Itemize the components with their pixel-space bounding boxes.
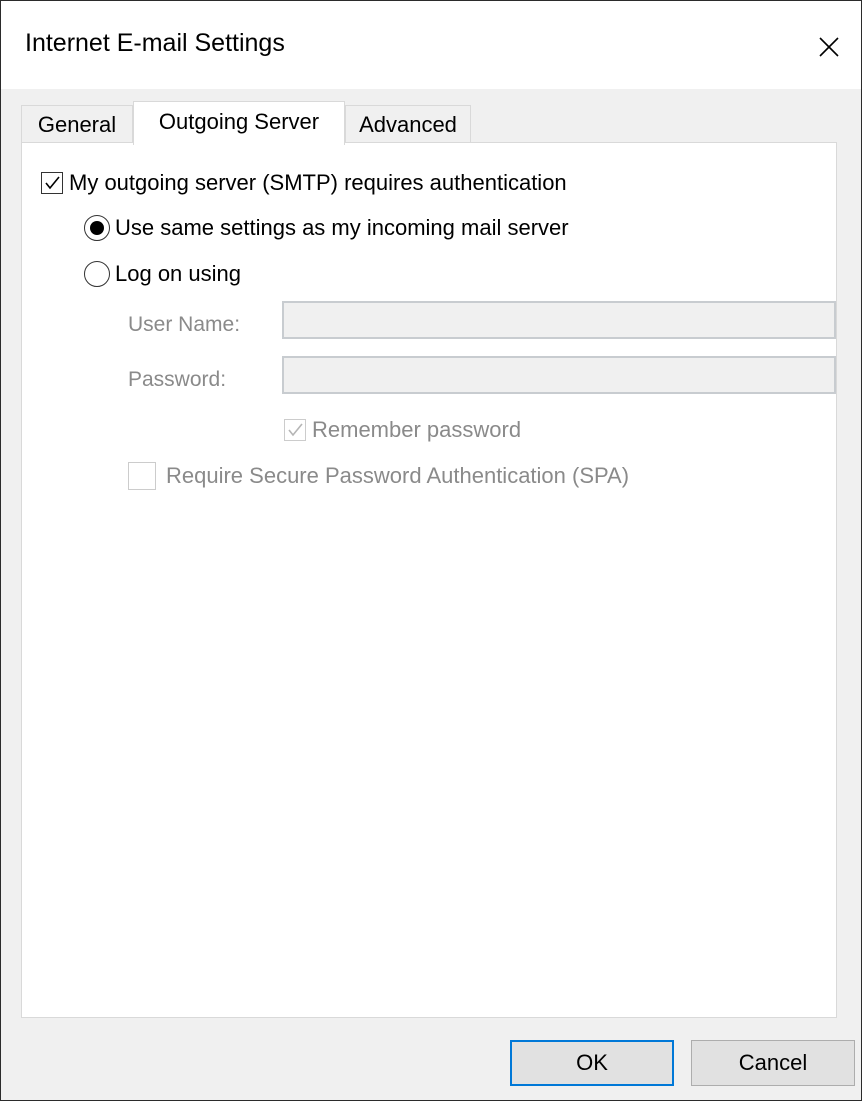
same-settings-radio[interactable] xyxy=(84,215,110,241)
checkmark-icon xyxy=(288,423,303,437)
spa-checkbox[interactable] xyxy=(128,462,156,490)
requires-auth-checkbox[interactable] xyxy=(41,172,63,194)
outgoing-server-panel: My outgoing server (SMTP) requires authe… xyxy=(21,142,837,1018)
close-icon xyxy=(819,37,839,57)
password-label: Password: xyxy=(128,368,227,391)
log-on-row[interactable]: Log on using xyxy=(84,261,241,287)
log-on-label: Log on using xyxy=(115,261,241,286)
dialog-title: Internet E-mail Settings xyxy=(25,29,285,57)
tab-outgoing-server[interactable]: Outgoing Server xyxy=(133,101,345,145)
tab-general[interactable]: General xyxy=(21,105,133,143)
radio-selected-dot xyxy=(90,221,104,235)
username-label: User Name: xyxy=(128,313,241,336)
close-button[interactable] xyxy=(809,27,849,67)
title-bar: Internet E-mail Settings xyxy=(1,1,861,89)
ok-button[interactable]: OK xyxy=(510,1040,674,1086)
remember-password-checkbox[interactable] xyxy=(284,419,306,441)
remember-password-row[interactable]: Remember password xyxy=(284,417,521,443)
password-input[interactable] xyxy=(282,356,836,394)
remember-password-label: Remember password xyxy=(312,417,522,442)
checkmark-icon xyxy=(45,176,60,190)
log-on-radio[interactable] xyxy=(84,261,110,287)
spa-row[interactable]: Require Secure Password Authentication (… xyxy=(128,462,629,490)
requires-auth-row[interactable]: My outgoing server (SMTP) requires authe… xyxy=(41,170,567,196)
spa-label: Require Secure Password Authentication (… xyxy=(166,463,630,488)
same-settings-row[interactable]: Use same settings as my incoming mail se… xyxy=(84,215,569,241)
username-input[interactable] xyxy=(282,301,836,339)
same-settings-label: Use same settings as my incoming mail se… xyxy=(115,215,569,240)
tab-advanced[interactable]: Advanced xyxy=(345,105,471,143)
cancel-button[interactable]: Cancel xyxy=(691,1040,855,1086)
email-settings-dialog: Internet E-mail Settings General Outgoin… xyxy=(0,0,862,1101)
requires-auth-label: My outgoing server (SMTP) requires authe… xyxy=(69,170,567,195)
